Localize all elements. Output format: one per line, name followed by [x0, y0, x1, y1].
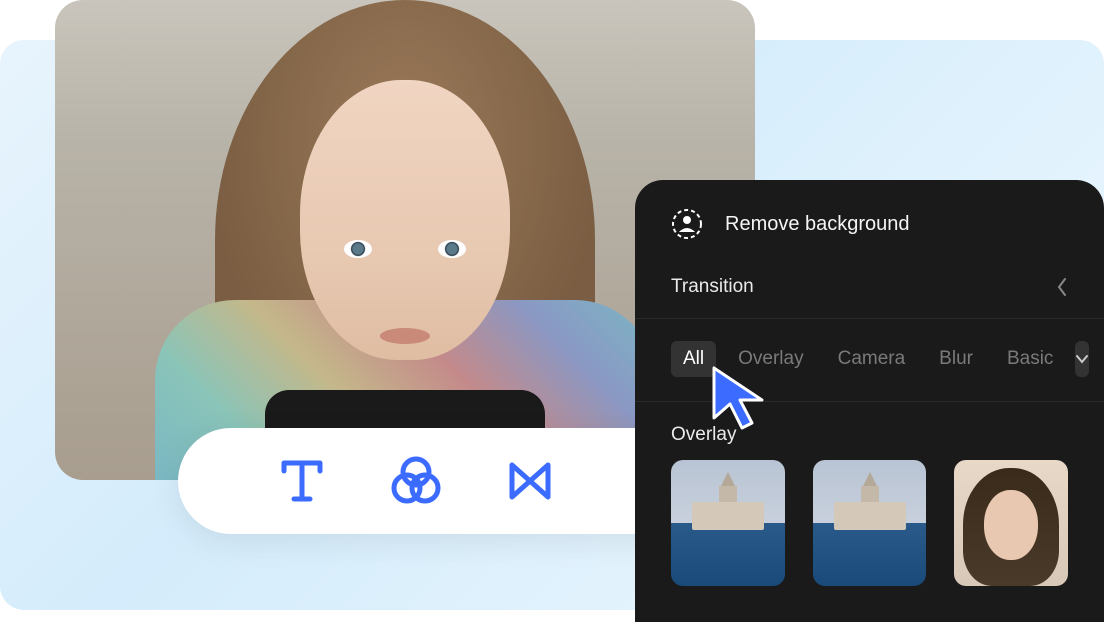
panel-title: Remove background	[725, 213, 910, 236]
transition-icon	[502, 453, 558, 509]
remove-background-icon	[671, 208, 703, 240]
group-label: Overlay	[635, 402, 1104, 460]
transition-thumbnail[interactable]	[813, 460, 927, 586]
text-icon	[274, 453, 330, 509]
section-label: Transition	[671, 276, 754, 298]
filters-icon	[388, 453, 444, 509]
tab-overlay[interactable]: Overlay	[726, 341, 815, 377]
chevron-down-icon	[1075, 354, 1089, 364]
tabs-row: All Overlay Camera Blur Basic	[635, 319, 1104, 402]
effects-panel: Remove background Transition All Overlay…	[635, 180, 1104, 622]
tab-all[interactable]: All	[671, 341, 716, 377]
thumbnails-row	[635, 460, 1104, 586]
chevron-left-icon[interactable]	[1056, 277, 1068, 297]
text-tool-button[interactable]	[274, 453, 330, 509]
transition-tool-button[interactable]	[502, 453, 558, 509]
tab-blur[interactable]: Blur	[927, 341, 985, 377]
tab-camera[interactable]: Camera	[826, 341, 918, 377]
more-tabs-button[interactable]	[1075, 341, 1089, 377]
transition-section-row[interactable]: Transition	[635, 258, 1104, 319]
transition-thumbnail[interactable]	[671, 460, 785, 586]
filters-tool-button[interactable]	[388, 453, 444, 509]
transition-thumbnail[interactable]	[954, 460, 1068, 586]
tab-basic[interactable]: Basic	[995, 341, 1065, 377]
panel-header: Remove background	[635, 180, 1104, 258]
